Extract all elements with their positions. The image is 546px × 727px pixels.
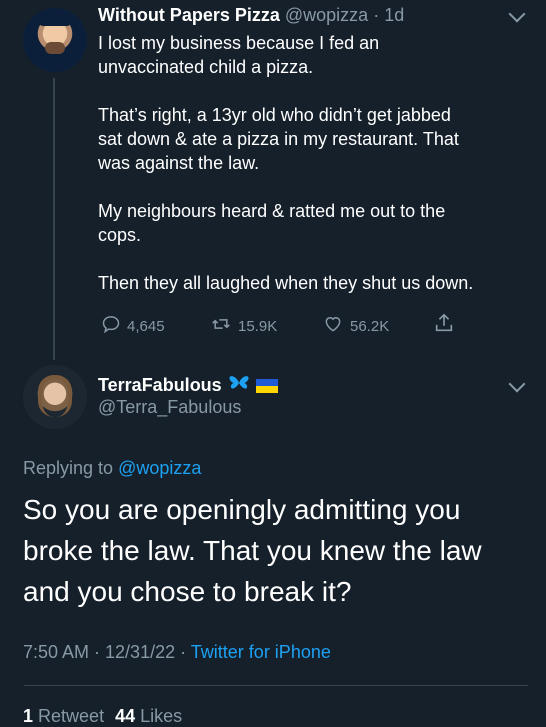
tweet2-name-row: TerraFabulous [98,374,278,397]
like-stat-label[interactable]: Likes [140,706,182,726]
retweet-action[interactable]: 15.9K [210,314,277,338]
handle[interactable]: @Terra_Fabulous [98,397,241,418]
time-separator: · [373,5,380,25]
reply-action[interactable]: 4,645 [101,314,165,338]
butterfly-icon [228,374,250,397]
beard-shape [45,42,65,54]
engagement-stats: 1 Retweet 44 Likes [23,706,182,727]
timestamp: 7:50 AM · 12/31/22 · [23,642,187,662]
tweet-text: I lost my business because I fed an unva… [98,33,474,293]
replying-to-label: Replying to [23,458,114,478]
retweet-icon [210,314,232,338]
retweet-stat-label[interactable]: Retweet [38,706,104,726]
like-stat-count[interactable]: 44 [115,706,135,726]
retweet-stat-count[interactable]: 1 [23,706,33,726]
handle[interactable]: @wopizza [285,5,368,25]
like-count: 56.2K [350,317,390,335]
tweet1-header: Without Papers Pizza @wopizza · 1d [98,5,404,26]
replying-to: Replying to @wopizza [23,458,201,479]
like-icon [322,314,344,338]
reply-text: So you are openingly admitting you broke… [23,494,482,607]
display-name[interactable]: TerraFabulous [98,375,222,396]
reply-count: 4,645 [127,317,165,335]
thread-line [53,78,55,360]
timestamp[interactable]: 1d [384,5,404,25]
hair-shape [38,375,72,417]
avatar[interactable] [23,8,87,72]
avatar[interactable] [23,365,87,429]
share-action[interactable] [433,312,455,338]
ukraine-flag-icon [255,378,278,393]
divider [24,685,528,686]
tweet-meta: 7:50 AM · 12/31/22 · Twitter for iPhone [23,642,331,663]
share-icon [433,312,455,338]
reply-icon [101,314,121,338]
cap-shape [39,12,71,26]
retweet-count: 15.9K [238,317,278,335]
client-link[interactable]: Twitter for iPhone [191,642,331,662]
chevron-down-icon[interactable] [508,375,526,393]
replying-to-handle[interactable]: @wopizza [118,458,201,478]
chevron-down-icon[interactable] [508,5,526,23]
display-name[interactable]: Without Papers Pizza [98,5,280,25]
like-action[interactable]: 56.2K [322,314,389,338]
